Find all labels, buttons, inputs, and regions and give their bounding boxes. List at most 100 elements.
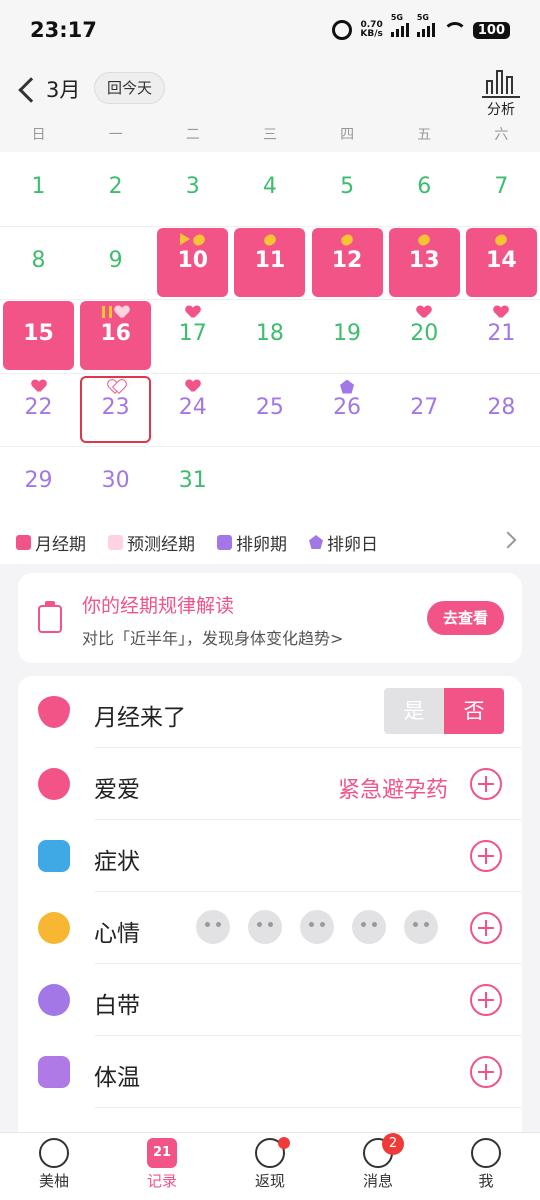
day-marks xyxy=(463,306,540,320)
add-discharge-icon[interactable] xyxy=(470,984,502,1016)
day-number: 4 xyxy=(262,174,277,199)
weekday-label: 六 xyxy=(494,127,509,143)
mood-neutral-icon[interactable] xyxy=(300,910,334,944)
calendar-day[interactable]: 2 xyxy=(77,152,154,225)
mood-happy-icon[interactable] xyxy=(196,910,230,944)
day-number: 8 xyxy=(31,247,46,273)
calendar-day[interactable]: 30 xyxy=(77,446,154,519)
back-icon[interactable] xyxy=(18,77,44,103)
legend-ovulation-day: 排卵日 xyxy=(309,530,378,555)
calendar-day[interactable]: 24 xyxy=(154,373,231,446)
add-love-record-icon[interactable] xyxy=(470,768,502,800)
day-number: 30 xyxy=(101,468,130,493)
medical-kit-icon xyxy=(38,840,70,872)
month-title[interactable]: 3月 xyxy=(46,74,80,104)
calendar-day[interactable]: 20 xyxy=(386,299,463,372)
bar-chart-icon xyxy=(482,68,520,94)
calendar-day[interactable]: 13 xyxy=(386,226,463,299)
chevron-right-icon[interactable] xyxy=(499,531,517,549)
day-number: 15 xyxy=(23,321,54,346)
day-number: 23 xyxy=(101,394,130,420)
record-label: 白带 xyxy=(94,993,140,1019)
record-symptoms: 症状 xyxy=(18,820,522,892)
calendar-day[interactable]: 26 xyxy=(309,373,386,446)
calendar-day[interactable]: 27 xyxy=(386,373,463,446)
add-temperature-icon[interactable] xyxy=(470,1056,502,1088)
back-to-today-button[interactable]: 回今天 xyxy=(94,72,166,104)
calendar-day[interactable]: 14 xyxy=(463,226,540,299)
cycle-insight-card[interactable]: 你的经期规律解读 对比「近半年」，发现身体变化趋势> 去查看 xyxy=(18,573,522,663)
calendar-day[interactable]: 10 xyxy=(154,226,231,299)
mood-upset-icon[interactable] xyxy=(404,910,438,944)
calendar-day[interactable]: 1 xyxy=(0,152,77,225)
divider xyxy=(94,1107,522,1108)
signal-icon: 5G xyxy=(416,13,435,37)
alarm-icon xyxy=(332,20,353,40)
period-toggle: 是 否 xyxy=(384,688,504,734)
period-yes-option[interactable]: 是 xyxy=(384,688,444,734)
weekday-label: 五 xyxy=(417,127,432,143)
day-number: 17 xyxy=(178,321,207,346)
calendar-day[interactable]: 18 xyxy=(231,299,308,372)
calendar-day[interactable]: 15 xyxy=(0,299,77,372)
pill-icon xyxy=(416,232,432,247)
emergency-contraception-link[interactable]: 紧急避孕药 xyxy=(338,772,448,804)
period-no-option[interactable]: 否 xyxy=(444,688,504,734)
pill-icon xyxy=(493,232,510,247)
calendar-day[interactable]: 12 xyxy=(309,226,386,299)
nav-meiyou[interactable]: 美柚 xyxy=(0,1133,108,1200)
calendar-day[interactable]: 19 xyxy=(309,299,386,372)
battery-icon: 100 xyxy=(472,21,510,39)
calendar-day[interactable]: 3 xyxy=(154,152,231,225)
analysis-button[interactable]: 分析 xyxy=(482,68,520,119)
calendar-day[interactable]: 8 xyxy=(0,226,77,299)
view-insight-button[interactable]: 去查看 xyxy=(426,601,504,635)
heart-icon xyxy=(417,306,431,318)
status-time: 23:17 xyxy=(30,18,97,42)
calendar-day[interactable]: 22 xyxy=(0,373,77,446)
status-icons: 0.70 KB/s 5G 5G 100 xyxy=(332,13,510,40)
nav-label: 我 xyxy=(478,1172,494,1190)
day-number: 29 xyxy=(24,468,53,493)
bottom-navigation: 美柚 21 记录 返现 2 消息 我 xyxy=(0,1132,540,1200)
calendar-day[interactable]: 6 xyxy=(386,152,463,225)
day-number: 3 xyxy=(185,174,200,199)
calendar-day[interactable]: 9 xyxy=(77,226,154,299)
message-badge: 2 xyxy=(382,1133,404,1155)
nav-cashback[interactable]: 返现 xyxy=(216,1133,324,1200)
calendar-day[interactable]: 4 xyxy=(231,152,308,225)
record-period: 月经来了 是 否 xyxy=(18,676,522,748)
legend-swatch xyxy=(16,534,31,550)
mood-calm-icon[interactable] xyxy=(248,910,282,944)
calendar-day[interactable]: 21 xyxy=(463,299,540,372)
calendar-day[interactable]: 25 xyxy=(231,373,308,446)
signal-icon: 5G xyxy=(390,13,409,37)
day-marks xyxy=(309,232,386,247)
calendar-day[interactable]: 17 xyxy=(154,299,231,372)
calendar-day[interactable]: 31 xyxy=(154,446,231,519)
day-number: 5 xyxy=(340,174,355,199)
heart-icon xyxy=(115,306,129,318)
calendar-day[interactable]: 23 xyxy=(77,373,154,446)
calendar-day[interactable]: 7 xyxy=(463,152,540,225)
nav-messages[interactable]: 2 消息 xyxy=(324,1133,432,1200)
notification-dot xyxy=(278,1137,290,1149)
mood-sad-icon[interactable] xyxy=(352,910,386,944)
calendar-day[interactable]: 16 xyxy=(77,299,154,372)
nav-records[interactable]: 21 记录 xyxy=(108,1133,216,1200)
nav-profile[interactable]: 我 xyxy=(432,1133,540,1200)
add-mood-icon[interactable] xyxy=(470,912,502,944)
legend-predicted-period: 预测经期 xyxy=(108,530,195,555)
pill-icon xyxy=(262,232,278,247)
calendar-day[interactable]: 28 xyxy=(463,373,540,446)
day-number: 28 xyxy=(487,394,516,420)
add-symptom-icon[interactable] xyxy=(470,840,502,872)
calendar-day[interactable]: 5 xyxy=(309,152,386,225)
day-number: 27 xyxy=(410,394,439,420)
day-number: 21 xyxy=(487,321,516,346)
calendar-header: 3月 回今天 分析 xyxy=(0,62,540,122)
record-label: 体温 xyxy=(94,1065,140,1091)
day-number: 22 xyxy=(24,394,53,420)
calendar-day[interactable]: 11 xyxy=(231,226,308,299)
calendar-day[interactable]: 29 xyxy=(0,446,77,519)
